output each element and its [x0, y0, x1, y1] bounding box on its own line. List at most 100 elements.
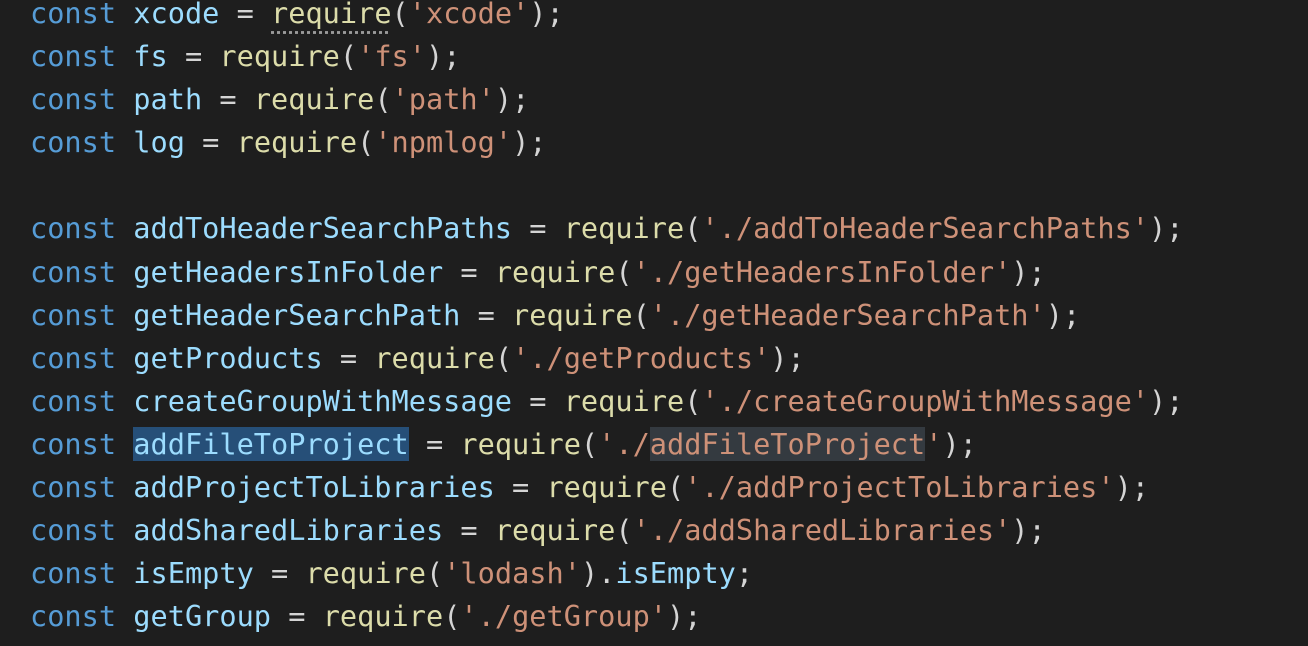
punctuation-token: =	[184, 125, 237, 160]
punctuation-token: (	[684, 383, 702, 418]
punctuation-token	[116, 82, 133, 116]
function-call-token: require	[494, 254, 616, 289]
function-call-token: require	[271, 0, 392, 30]
code-line[interactable]: const xcode = require('xcode');	[30, 0, 1183, 35]
punctuation-token: );	[770, 340, 805, 375]
punctuation-token: (	[632, 297, 650, 332]
function-call-token: require	[253, 82, 375, 117]
identifier-token: xcode	[133, 0, 220, 30]
punctuation-token: (	[357, 125, 375, 160]
function-call-token: require	[374, 340, 495, 375]
punctuation-token: =	[443, 513, 495, 548]
punctuation-token: =	[408, 426, 461, 461]
punctuation-token: (	[666, 470, 685, 505]
punctuation-token: =	[253, 556, 306, 591]
code-line[interactable]: const getGroup = require('./getGroup');	[30, 595, 1183, 638]
code-line[interactable]: const addToHeaderSearchPaths = require('…	[30, 207, 1183, 250]
identifier-token: getProducts	[133, 340, 323, 375]
punctuation-token: =	[460, 297, 513, 332]
string-literal-token: 'xcode'	[408, 0, 530, 30]
string-literal-token: './getProducts'	[512, 340, 771, 375]
punctuation-token: );	[1011, 513, 1046, 548]
punctuation-token: =	[512, 383, 564, 418]
identifier-token: isEmpty	[615, 556, 736, 591]
punctuation-token: =	[167, 39, 220, 74]
punctuation-token	[116, 0, 133, 30]
function-call-token: require	[460, 426, 581, 461]
punctuation-token	[116, 599, 133, 633]
code-line[interactable]: const log = require('npmlog');	[30, 121, 1183, 164]
code-line[interactable]	[30, 164, 1183, 207]
punctuation-token: (	[391, 0, 409, 30]
function-call-token: require	[219, 39, 340, 74]
punctuation-token: (	[580, 426, 599, 461]
punctuation-token: (	[684, 211, 702, 246]
identifier-token: path	[133, 82, 203, 117]
keyword-token: const	[30, 513, 117, 548]
punctuation-token	[116, 125, 133, 159]
string-literal-token: 'path'	[391, 82, 495, 117]
punctuation-token: ).	[580, 556, 616, 591]
function-call-token: require	[305, 556, 426, 591]
punctuation-token: );	[426, 39, 461, 74]
code-editor[interactable]: const xcode = require('xcode'); const fs …	[0, 0, 1308, 646]
code-line[interactable]: const path = require('path');	[30, 78, 1183, 121]
identifier-token: isEmpty	[133, 556, 254, 591]
punctuation-token: );	[667, 599, 702, 634]
identifier-token: getGroup	[133, 599, 272, 634]
code-text-area[interactable]: const xcode = require('xcode'); const fs …	[30, 0, 1183, 638]
punctuation-token: =	[271, 599, 323, 634]
code-line[interactable]: const isEmpty = require('lodash').isEmpt…	[30, 552, 1183, 595]
punctuation-token	[116, 384, 133, 418]
keyword-token: const	[30, 82, 117, 117]
punctuation-token: );	[1149, 211, 1184, 246]
punctuation-token: );	[1149, 383, 1184, 418]
punctuation-token: );	[942, 426, 977, 461]
punctuation-token	[116, 298, 133, 332]
keyword-token: const	[30, 556, 117, 591]
keyword-token: const	[30, 125, 117, 160]
string-literal-token: './addSharedLibraries'	[632, 513, 1012, 548]
punctuation-token: );	[1114, 470, 1150, 505]
punctuation-token: =	[322, 340, 375, 375]
code-line[interactable]: const getProducts = require('./getProduc…	[30, 337, 1183, 380]
code-line[interactable]: const addProjectToLibraries = require('.…	[30, 466, 1183, 509]
keyword-token: const	[30, 470, 117, 505]
punctuation-token: =	[219, 0, 272, 30]
identifier-token: log	[133, 125, 185, 160]
function-call-token: require	[512, 297, 633, 332]
punctuation-token: (	[615, 254, 633, 289]
punctuation-token: (	[443, 599, 461, 634]
code-line[interactable]: const getHeadersInFolder = require('./ge…	[30, 251, 1183, 294]
punctuation-token: );	[512, 125, 547, 160]
punctuation-token: (	[425, 556, 444, 591]
punctuation-token	[116, 427, 133, 461]
code-line[interactable]: const addFileToProject = require('./addF…	[30, 423, 1183, 466]
function-call-token: require	[563, 383, 685, 418]
punctuation-token: (	[615, 513, 633, 548]
string-literal-token: './	[598, 426, 650, 461]
occurrence-highlight: addFileToProject	[649, 426, 926, 461]
code-line[interactable]: const getHeaderSearchPath = require('./g…	[30, 294, 1183, 337]
punctuation-token: =	[443, 254, 495, 289]
function-call-token: require	[546, 470, 667, 505]
function-call-token: require	[563, 211, 685, 246]
punctuation-token	[116, 211, 133, 245]
code-line[interactable]: const fs = require('fs');	[30, 35, 1183, 78]
identifier-token: addProjectToLibraries	[133, 470, 495, 505]
punctuation-token: =	[202, 82, 254, 117]
code-line[interactable]: const addSharedLibraries = require('./ad…	[30, 509, 1183, 552]
identifier-token: getHeaderSearchPath	[133, 297, 461, 332]
identifier-token: addToHeaderSearchPaths	[133, 211, 513, 246]
punctuation-token: );	[529, 0, 564, 30]
keyword-token: const	[30, 340, 117, 375]
punctuation-token: (	[494, 340, 513, 375]
punctuation-token: (	[339, 39, 358, 74]
function-call-token: require	[236, 125, 358, 160]
keyword-token: const	[30, 599, 117, 634]
punctuation-token	[116, 341, 133, 375]
code-line[interactable]: const createGroupWithMessage = require('…	[30, 380, 1183, 423]
punctuation-token: );	[1011, 254, 1046, 289]
keyword-token: const	[30, 39, 117, 74]
keyword-token: const	[30, 254, 117, 289]
